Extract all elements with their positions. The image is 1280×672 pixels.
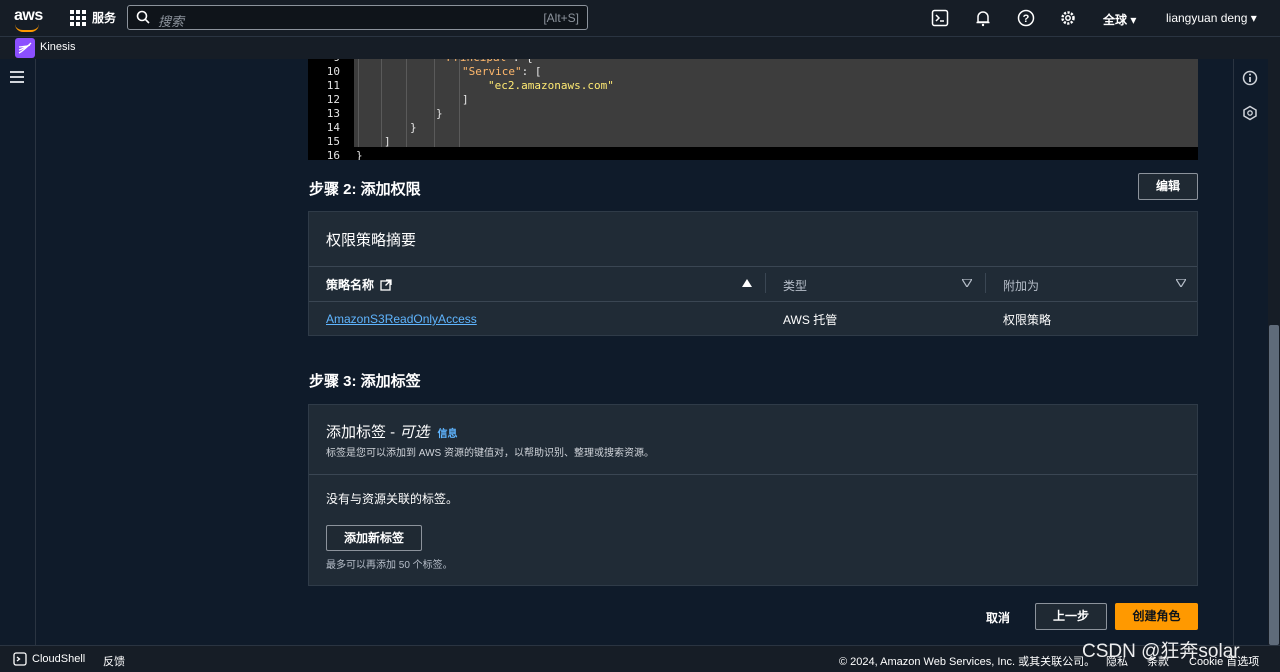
- line-number: 14: [326, 121, 340, 134]
- trust-policy-editor: 9"Principal": {10"Service": [11"ec2.amaz…: [308, 59, 1198, 160]
- region-selector[interactable]: 全球 ▾: [1103, 11, 1136, 28]
- no-tags-text: 没有与资源关联的标签。: [326, 492, 459, 506]
- menu-icon[interactable]: [10, 71, 24, 86]
- grid-icon: [70, 9, 86, 26]
- service-favorite-kinesis[interactable]: Kinesis: [40, 41, 75, 53]
- code-text: ]: [462, 93, 469, 106]
- tags-title-main: 添加标签 -: [326, 424, 400, 441]
- scrollbar-thumb[interactable]: [1269, 325, 1279, 645]
- hexagon-icon[interactable]: [1242, 105, 1258, 121]
- left-rail: [0, 59, 36, 645]
- code-text: }: [436, 107, 443, 120]
- previous-button[interactable]: 上一步: [1035, 603, 1107, 630]
- services-label: 服务: [92, 11, 117, 25]
- watermark: CSDN @狂奔solar: [1082, 641, 1240, 662]
- code-text: "ec2.amazonaws.com": [488, 79, 614, 92]
- line-number: 15: [326, 135, 340, 148]
- policy-attached-as: 权限策略: [1003, 313, 1052, 327]
- divider: [309, 474, 1197, 475]
- gear-icon[interactable]: [1059, 9, 1077, 27]
- sort-icon[interactable]: [1176, 279, 1186, 287]
- code-text: "Service": [: [462, 65, 542, 78]
- policy-type: AWS 托管: [783, 313, 838, 327]
- line-number: 10: [326, 65, 340, 78]
- line-number: 11: [326, 79, 340, 92]
- cloudshell-footer-icon: [13, 652, 27, 666]
- footer-copyright: © 2024, Amazon Web Services, Inc. 或其关联公司…: [839, 656, 1096, 668]
- search-icon: [136, 10, 150, 24]
- policy-link[interactable]: AmazonS3ReadOnlyAccess: [326, 312, 477, 326]
- line-number: 16: [326, 149, 340, 160]
- search-input[interactable]: 搜索 [Alt+S]: [127, 5, 588, 30]
- cancel-button[interactable]: 取消: [986, 609, 1010, 626]
- edit-permissions-button[interactable]: 编辑: [1138, 173, 1198, 200]
- kinesis-icon[interactable]: [15, 38, 35, 58]
- account-menu[interactable]: liangyuan deng ▾: [1166, 11, 1257, 25]
- create-role-button[interactable]: 创建角色: [1115, 603, 1198, 630]
- info-icon[interactable]: [1242, 70, 1258, 86]
- info-link[interactable]: 信息: [438, 429, 458, 440]
- tags-title-optional: 可选: [399, 424, 430, 441]
- service-bar: [0, 37, 1280, 59]
- step3-heading: 步骤 3: 添加标签: [309, 373, 421, 390]
- column-header-policy-name[interactable]: 策略名称: [326, 276, 393, 293]
- cloudshell-icon[interactable]: [931, 9, 949, 27]
- tags-panel-title: 添加标签 - 可选 信息: [326, 421, 458, 442]
- search-shortcut: [Alt+S]: [543, 11, 579, 25]
- permissions-summary-title: 权限策略摘要: [326, 232, 417, 249]
- add-tag-button[interactable]: 添加新标签: [326, 525, 422, 551]
- aws-logo[interactable]: aws: [14, 7, 43, 32]
- bell-icon[interactable]: [974, 9, 992, 27]
- external-link-icon: [380, 279, 393, 291]
- footer-feedback-link[interactable]: 反馈: [103, 653, 125, 669]
- column-header-type[interactable]: 类型: [783, 277, 807, 294]
- footer-cloudshell-link[interactable]: CloudShell: [32, 653, 85, 665]
- aws-logo-text: aws: [14, 7, 43, 24]
- code-text: ]: [384, 135, 391, 148]
- line-number: 12: [326, 93, 340, 106]
- step2-heading: 步骤 2: 添加权限: [309, 181, 421, 198]
- tags-description: 标签是您可以添加到 AWS 资源的键值对，以帮助识别、整理或搜索资源。: [326, 448, 654, 459]
- search-placeholder: 搜索: [158, 14, 185, 29]
- divider: [309, 301, 1197, 302]
- code-text: }: [410, 121, 417, 134]
- services-menu-button[interactable]: 服务: [70, 9, 116, 26]
- help-icon[interactable]: ?: [1017, 9, 1035, 27]
- column-separator: [985, 273, 986, 293]
- divider: [309, 266, 1197, 267]
- tag-limit-text: 最多可以再添加 50 个标签。: [326, 560, 453, 571]
- column-separator: [765, 273, 766, 293]
- sort-icon[interactable]: [962, 279, 972, 287]
- sort-ascending-icon[interactable]: [742, 279, 752, 287]
- column-header-attached-as[interactable]: 附加为: [1003, 277, 1039, 294]
- code-text: }: [356, 149, 363, 160]
- svg-text:?: ?: [1023, 13, 1030, 25]
- line-number: 13: [326, 107, 340, 120]
- right-rail: [1233, 59, 1267, 645]
- policy-name-header-label: 策略名称: [326, 278, 375, 292]
